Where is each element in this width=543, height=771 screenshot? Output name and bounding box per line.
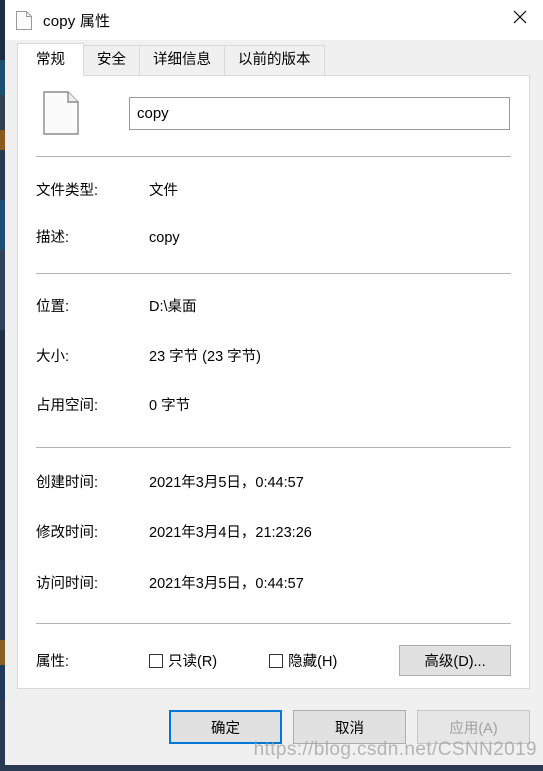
- blank-file-icon: [43, 91, 79, 135]
- row-size-on-disk: 占用空间: 0 字节: [36, 399, 511, 414]
- ok-button[interactable]: 确定: [169, 710, 282, 744]
- tab-strip: 常规 安全 详细信息 以前的版本: [5, 40, 543, 76]
- row-location: 位置: D:\桌面: [36, 300, 511, 315]
- tab-security-label: 安全: [97, 52, 126, 68]
- dialog-button-bar: 确定 取消 应用(A): [5, 689, 543, 765]
- file-icon: [16, 10, 32, 30]
- filename-input[interactable]: [129, 96, 510, 130]
- separator-1: [36, 156, 511, 157]
- tab-details-label: 详细信息: [153, 52, 211, 68]
- file-type-group: 文件类型: 文件 描述: copy: [18, 184, 529, 245]
- close-icon[interactable]: [497, 0, 543, 34]
- timestamps-group: 创建时间: 2021年3月5日，0:44:57 修改时间: 2021年3月4日，…: [18, 474, 529, 592]
- file-type-value: 文件: [149, 183, 178, 199]
- tab-general-label: 常规: [36, 52, 65, 68]
- readonly-checkbox-box[interactable]: [149, 653, 163, 668]
- general-tab-panel: 文件类型: 文件 描述: copy 位置: D:\桌面 大小: 23 字节 (2…: [17, 75, 530, 689]
- tab-general[interactable]: 常规: [17, 43, 84, 76]
- row-accessed: 访问时间: 2021年3月5日，0:44:57: [36, 575, 511, 592]
- readonly-checkbox-label: 只读(R): [168, 654, 218, 670]
- cancel-button[interactable]: 取消: [293, 710, 406, 744]
- size-value: 23 字节 (23 字节): [149, 348, 261, 365]
- attributes-label: 属性:: [36, 654, 70, 670]
- attributes-row: 属性: 只读(R) 隐藏(H) 高级(D)...: [18, 645, 529, 676]
- properties-dialog: copy 属性 常规 安全 详细信息 以前的版本 copy 文件类型: 文件 描…: [5, 0, 543, 765]
- file-type-label: 文件类型:: [36, 183, 99, 199]
- accessed-label: 访问时间:: [36, 575, 99, 592]
- tab-security[interactable]: 安全: [83, 45, 140, 75]
- hidden-checkbox-label: 隐藏(H): [288, 654, 338, 670]
- row-created: 创建时间: 2021年3月5日，0:44:57: [36, 474, 511, 491]
- title-bar: copy 属性: [5, 0, 543, 40]
- size-on-disk-value: 0 字节: [149, 398, 191, 414]
- location-label: 位置:: [36, 299, 70, 315]
- tab-details[interactable]: 详细信息: [139, 45, 225, 75]
- size-label: 大小:: [36, 348, 70, 365]
- tab-previous-versions-label: 以前的版本: [238, 52, 311, 68]
- tab-previous-versions[interactable]: 以前的版本: [224, 45, 325, 75]
- readonly-checkbox[interactable]: 只读(R): [149, 650, 217, 671]
- modified-value: 2021年3月4日，21:23:26: [149, 525, 312, 541]
- separator-3: [36, 446, 511, 448]
- location-value: D:\桌面: [149, 299, 197, 315]
- separator-2: [36, 273, 511, 274]
- apply-button: 应用(A): [417, 710, 530, 744]
- advanced-button[interactable]: 高级(D)...: [399, 645, 511, 676]
- row-size: 大小: 23 字节 (23 字节): [36, 348, 511, 365]
- accessed-value: 2021年3月5日，0:44:57: [149, 575, 304, 592]
- window-title: copy 属性: [43, 12, 111, 30]
- location-size-group: 位置: D:\桌面 大小: 23 字节 (23 字节) 占用空间: 0 字节: [18, 300, 529, 414]
- filename-row: [18, 76, 529, 135]
- size-on-disk-label: 占用空间:: [36, 398, 99, 414]
- modified-label: 修改时间:: [36, 525, 99, 541]
- description-label: 描述:: [36, 229, 70, 246]
- row-modified: 修改时间: 2021年3月4日，21:23:26: [36, 526, 511, 541]
- description-value: copy: [149, 229, 180, 246]
- separator-4: [36, 623, 511, 624]
- created-label: 创建时间:: [36, 474, 99, 491]
- row-description: 描述: copy: [36, 229, 511, 246]
- created-value: 2021年3月5日，0:44:57: [149, 474, 304, 491]
- hidden-checkbox-box[interactable]: [269, 653, 284, 668]
- row-file-type: 文件类型: 文件: [36, 184, 511, 199]
- hidden-checkbox[interactable]: 隐藏(H): [269, 650, 337, 671]
